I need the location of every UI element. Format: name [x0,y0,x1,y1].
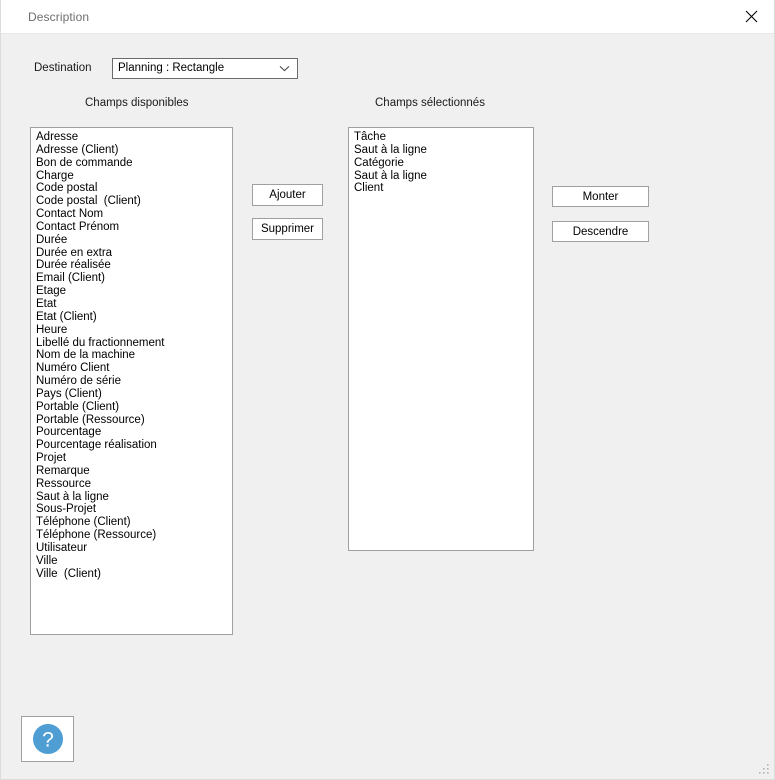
selected-field-item[interactable]: Saut à la ligne [349,170,533,183]
close-button[interactable] [728,0,774,33]
available-field-item[interactable]: Bon de commande [31,157,232,170]
description-dialog: Description Destination Planning : Recta… [0,0,775,780]
available-field-item[interactable]: Contact Prénom [31,221,232,234]
available-field-item[interactable]: Nom de la machine [31,349,232,362]
chevron-down-icon [279,65,290,72]
destination-selected-value: Planning : Rectangle [118,62,225,74]
add-field-button[interactable]: Ajouter [252,184,323,206]
svg-text:?: ? [42,729,54,752]
available-field-item[interactable]: Durée en extra [31,247,232,260]
remove-field-button[interactable]: Supprimer [252,218,323,240]
available-fields-listbox[interactable]: Adresse Adresse (Client) Bon de commande Ch… [30,127,233,635]
available-field-item[interactable]: Contact Nom [31,208,232,221]
available-field-item[interactable]: Remarque [31,465,232,478]
available-fields-header: Champs disponibles [85,97,189,109]
selected-field-item[interactable]: Tâche [349,131,533,144]
available-field-item[interactable]: Libellé du fractionnement [31,337,232,350]
available-field-item[interactable]: Projet [31,452,232,465]
available-field-item[interactable]: Téléphone (Client) [31,516,232,529]
available-field-item[interactable]: Adresse [31,131,232,144]
available-field-item[interactable]: Ressource [31,478,232,491]
available-field-item[interactable]: Charge [31,170,232,183]
available-field-item[interactable]: Etat [31,298,232,311]
available-field-item[interactable]: Email (Client) [31,272,232,285]
move-up-button[interactable]: Monter [552,186,649,207]
close-icon [745,10,757,23]
available-field-item[interactable]: Utilisateur [31,542,232,555]
window-title: Description [28,10,90,24]
available-field-item[interactable]: Pourcentage réalisation [31,439,232,452]
available-field-item[interactable]: Heure [31,324,232,337]
available-field-item[interactable]: Ville (Client) [31,568,232,581]
available-field-item[interactable]: Code postal [31,182,232,195]
available-field-item[interactable]: Numéro Client [31,362,232,375]
available-field-item[interactable]: Pourcentage [31,426,232,439]
selected-field-item[interactable]: Saut à la ligne [349,144,533,157]
available-field-item[interactable]: Durée [31,234,232,247]
available-field-item[interactable]: Portable (Ressource) [31,414,232,427]
available-field-item[interactable]: Sous-Projet [31,503,232,516]
available-field-item[interactable]: Adresse (Client) [31,144,232,157]
available-field-item[interactable]: Code postal (Client) [31,195,232,208]
help-button[interactable]: ? [21,716,74,762]
available-field-item[interactable]: Téléphone (Ressource) [31,529,232,542]
title-bar: Description [1,0,774,34]
resize-grip-icon[interactable] [758,763,771,776]
available-field-item[interactable]: Durée réalisée [31,259,232,272]
help-question-icon: ? [32,724,63,754]
available-field-item[interactable]: Saut à la ligne [31,491,232,504]
available-field-item[interactable]: Numéro de série [31,375,232,388]
selected-field-item[interactable]: Client [349,182,533,195]
available-field-item[interactable]: Pays (Client) [31,388,232,401]
selected-fields-listbox[interactable]: Tâche Saut à la ligne Catégorie Saut à la l… [348,127,534,551]
selected-field-item[interactable]: Catégorie [349,157,533,170]
available-field-item[interactable]: Portable (Client) [31,401,232,414]
move-down-button[interactable]: Descendre [552,221,649,242]
destination-label: Destination [34,62,92,74]
destination-dropdown[interactable]: Planning : Rectangle [112,58,298,79]
available-field-item[interactable]: Ville [31,555,232,568]
selected-fields-header: Champs sélectionnés [375,97,485,109]
available-field-item[interactable]: Etage [31,285,232,298]
available-field-item[interactable]: Etat (Client) [31,311,232,324]
